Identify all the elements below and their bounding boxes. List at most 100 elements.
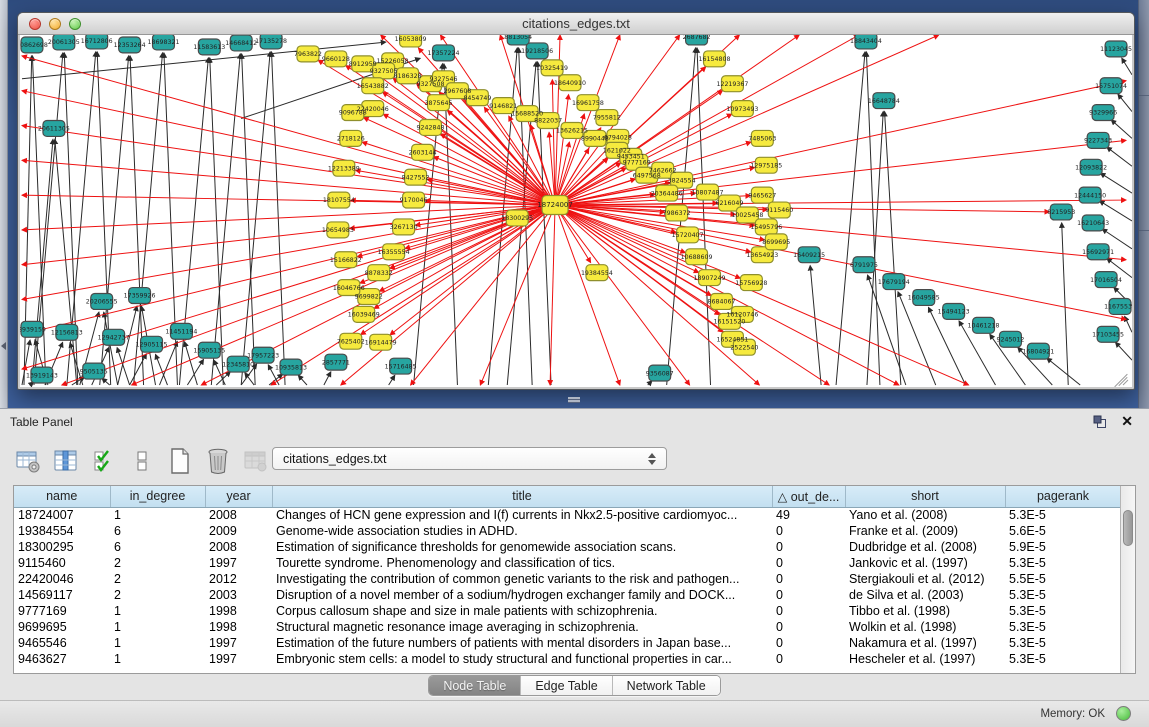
window-resize-grip[interactable] [1110, 366, 1128, 384]
memory-indicator-icon[interactable] [1116, 706, 1131, 721]
tab-edge-table[interactable]: Edge Table [521, 676, 612, 695]
cell-title[interactable]: Estimation of the future numbers of pati… [272, 635, 772, 651]
cell-out_degree[interactable]: 0 [772, 587, 845, 603]
select-all-icon[interactable] [90, 446, 118, 476]
cell-in_degree[interactable]: 1 [110, 635, 205, 651]
cell-out_degree[interactable]: 49 [772, 507, 845, 523]
cell-short[interactable]: Dudbridge et al. (2008) [845, 539, 1005, 555]
network-canvas[interactable]: 1872400718300295917004632671301635555488… [20, 35, 1132, 387]
cell-in_degree[interactable]: 1 [110, 619, 205, 635]
table-scrollbar[interactable] [1120, 486, 1135, 673]
cell-out_degree[interactable]: 0 [772, 571, 845, 587]
cell-short[interactable]: Jankovic et al. (1997) [845, 555, 1005, 571]
cell-out_degree[interactable]: 0 [772, 619, 845, 635]
cell-in_degree[interactable]: 1 [110, 507, 205, 523]
cell-short[interactable]: Yano et al. (2008) [845, 507, 1005, 523]
cell-short[interactable]: Wolkin et al. (1998) [845, 619, 1005, 635]
cell-out_degree[interactable]: 0 [772, 523, 845, 539]
table-row[interactable]: 977716911998Corpus callosum shape and si… [14, 603, 1121, 619]
cell-out_degree[interactable]: 0 [772, 651, 845, 667]
table-row[interactable]: 1830029562008Estimation of significance … [14, 539, 1121, 555]
cell-in_degree[interactable]: 1 [110, 651, 205, 667]
cell-year[interactable]: 1998 [205, 603, 272, 619]
cell-year[interactable]: 2012 [205, 571, 272, 587]
show-columns-icon[interactable] [52, 446, 80, 476]
cell-pagerank[interactable]: 5.3E-5 [1005, 507, 1121, 523]
column-header-name[interactable]: name [14, 486, 110, 507]
cell-name[interactable]: 22420046 [14, 571, 110, 587]
column-header-in_degree[interactable]: in_degree [110, 486, 205, 507]
cell-name[interactable]: 14569117 [14, 587, 110, 603]
column-header-out_degree[interactable]: △ out_de... [772, 486, 845, 507]
cell-short[interactable]: de Silva et al. (2003) [845, 587, 1005, 603]
cell-in_degree[interactable]: 1 [110, 603, 205, 619]
cell-name[interactable]: 18300295 [14, 539, 110, 555]
cell-title[interactable]: Embryonic stem cells: a model to study s… [272, 651, 772, 667]
cell-year[interactable]: 1997 [205, 555, 272, 571]
cell-title[interactable]: Genome-wide association studies in ADHD. [272, 523, 772, 539]
float-panel-icon[interactable] [1093, 415, 1107, 429]
tab-network-table[interactable]: Network Table [613, 676, 720, 695]
cell-pagerank[interactable]: 5.3E-5 [1005, 603, 1121, 619]
cell-title[interactable]: Corpus callosum shape and size in male p… [272, 603, 772, 619]
cell-in_degree[interactable]: 2 [110, 587, 205, 603]
unselect-all-icon[interactable] [128, 446, 156, 476]
cell-in_degree[interactable]: 6 [110, 523, 205, 539]
cell-in_degree[interactable]: 2 [110, 555, 205, 571]
cell-short[interactable]: Nakamura et al. (1997) [845, 635, 1005, 651]
tab-node-table[interactable]: Node Table [429, 676, 521, 695]
cell-pagerank[interactable]: 5.9E-5 [1005, 539, 1121, 555]
cell-name[interactable]: 9463627 [14, 651, 110, 667]
cell-year[interactable]: 2008 [205, 539, 272, 555]
cell-name[interactable]: 18724007 [14, 507, 110, 523]
cell-name[interactable]: 19384554 [14, 523, 110, 539]
cell-title[interactable]: Changes of HCN gene expression and I(f) … [272, 507, 772, 523]
column-header-title[interactable]: title [272, 486, 772, 507]
table-row[interactable]: 946554611997Estimation of the future num… [14, 635, 1121, 651]
table-mode-icon[interactable] [14, 446, 42, 476]
cell-title[interactable]: Estimation of significance thresholds fo… [272, 539, 772, 555]
table-row[interactable]: 946362711997Embryonic stem cells: a mode… [14, 651, 1121, 667]
cell-year[interactable]: 1997 [205, 651, 272, 667]
new-table-icon[interactable] [166, 446, 194, 476]
delete-table-icon[interactable] [204, 446, 232, 476]
cell-name[interactable]: 9777169 [14, 603, 110, 619]
cell-short[interactable]: Franke et al. (2009) [845, 523, 1005, 539]
cell-out_degree[interactable]: 0 [772, 555, 845, 571]
cell-out_degree[interactable]: 0 [772, 635, 845, 651]
cell-year[interactable]: 2009 [205, 523, 272, 539]
table-row[interactable]: 1938455462009Genome-wide association stu… [14, 523, 1121, 539]
window-titlebar[interactable]: citations_edges.txt [18, 13, 1134, 35]
cell-year[interactable]: 1998 [205, 619, 272, 635]
cell-pagerank[interactable]: 5.3E-5 [1005, 651, 1121, 667]
cell-short[interactable]: Tibbo et al. (1998) [845, 603, 1005, 619]
cell-short[interactable]: Hescheler et al. (1997) [845, 651, 1005, 667]
column-header-pagerank[interactable]: pagerank [1005, 486, 1121, 507]
cell-name[interactable]: 9465546 [14, 635, 110, 651]
cell-title[interactable]: Tourette syndrome. Phenomenology and cla… [272, 555, 772, 571]
cell-year[interactable]: 2008 [205, 507, 272, 523]
cell-title[interactable]: Disruption of a novel member of a sodium… [272, 587, 772, 603]
cell-title[interactable]: Structural magnetic resonance image aver… [272, 619, 772, 635]
column-header-year[interactable]: year [205, 486, 272, 507]
cell-short[interactable]: Stergiakouli et al. (2012) [845, 571, 1005, 587]
table-row[interactable]: 969969511998Structural magnetic resonanc… [14, 619, 1121, 635]
cell-pagerank[interactable]: 5.3E-5 [1005, 619, 1121, 635]
table-select-dropdown[interactable]: citations_edges.txt [272, 447, 667, 470]
cell-out_degree[interactable]: 0 [772, 603, 845, 619]
cell-pagerank[interactable]: 5.5E-5 [1005, 571, 1121, 587]
table-row[interactable]: 1872400712008Changes of HCN gene express… [14, 507, 1121, 523]
scrollbar-thumb[interactable] [1123, 510, 1133, 546]
cell-pagerank[interactable]: 5.3E-5 [1005, 555, 1121, 571]
cell-in_degree[interactable]: 6 [110, 539, 205, 555]
cell-title[interactable]: Investigating the contribution of common… [272, 571, 772, 587]
panel-splitter-grip[interactable] [566, 396, 582, 404]
table-row[interactable]: 1456911722003Disruption of a novel membe… [14, 587, 1121, 603]
cell-pagerank[interactable]: 5.3E-5 [1005, 587, 1121, 603]
cell-in_degree[interactable]: 2 [110, 571, 205, 587]
table-row[interactable]: 2242004622012Investigating the contribut… [14, 571, 1121, 587]
cell-name[interactable]: 9115460 [14, 555, 110, 571]
cell-pagerank[interactable]: 5.3E-5 [1005, 635, 1121, 651]
table-row[interactable]: 911546021997Tourette syndrome. Phenomeno… [14, 555, 1121, 571]
cell-year[interactable]: 1997 [205, 635, 272, 651]
